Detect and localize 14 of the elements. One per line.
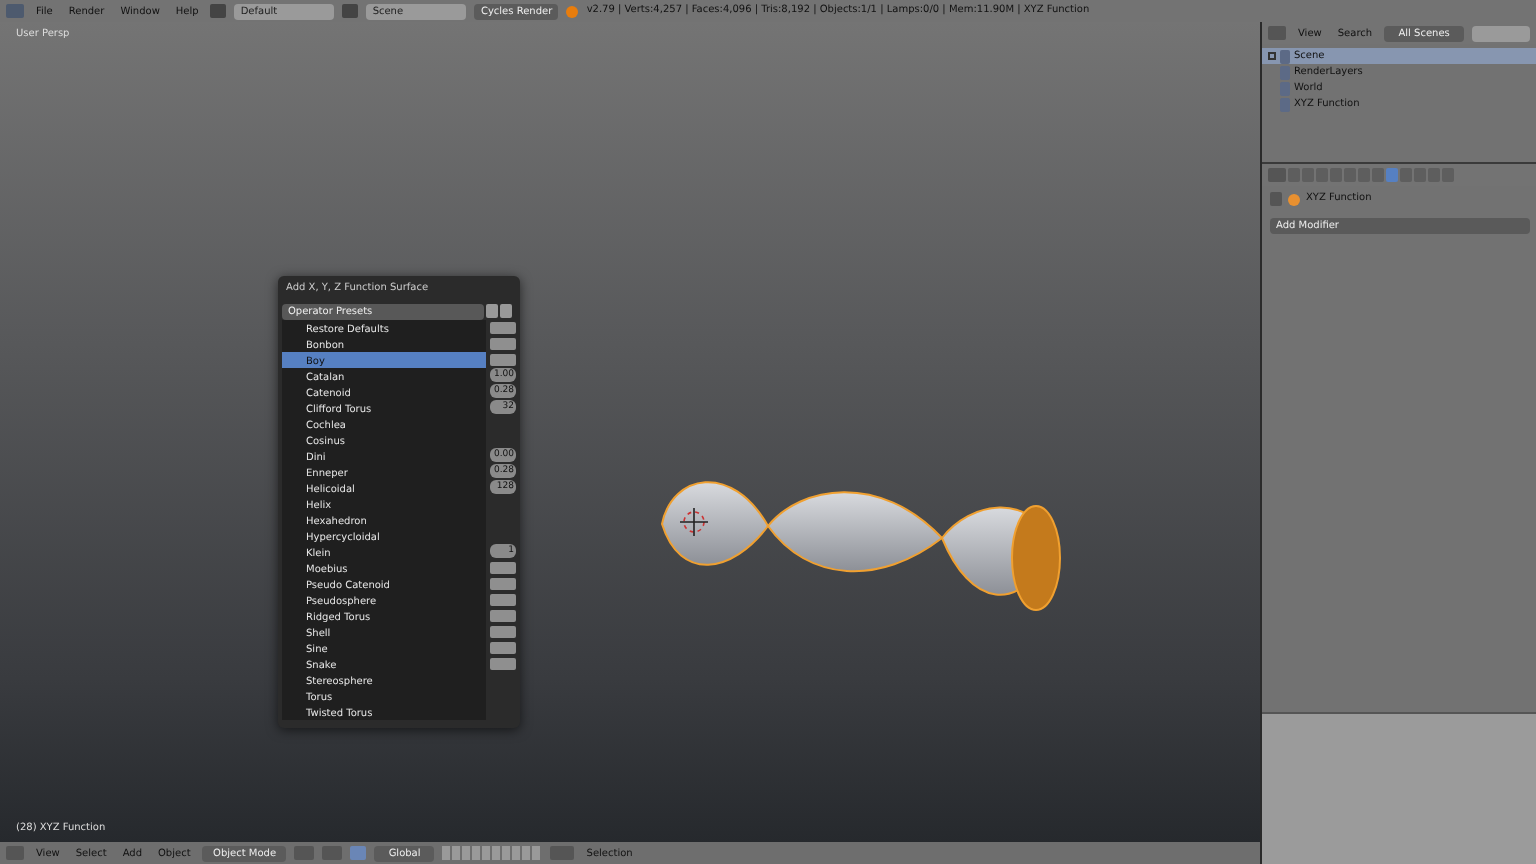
input-field[interactable] <box>490 337 516 349</box>
input-field[interactable] <box>490 641 516 653</box>
layer-buttons-icon[interactable] <box>442 846 543 860</box>
input-field[interactable] <box>490 657 516 669</box>
input-field[interactable] <box>490 577 516 589</box>
input-field[interactable] <box>490 625 516 637</box>
input-field[interactable] <box>490 593 516 605</box>
3d-cursor-icon <box>679 507 709 537</box>
input-field[interactable] <box>490 609 516 621</box>
collapse-icon[interactable] <box>1268 52 1276 60</box>
input-field[interactable] <box>490 321 516 333</box>
input-field[interactable] <box>490 561 516 573</box>
search-field[interactable] <box>1472 25 1530 41</box>
input-field[interactable] <box>490 353 516 365</box>
